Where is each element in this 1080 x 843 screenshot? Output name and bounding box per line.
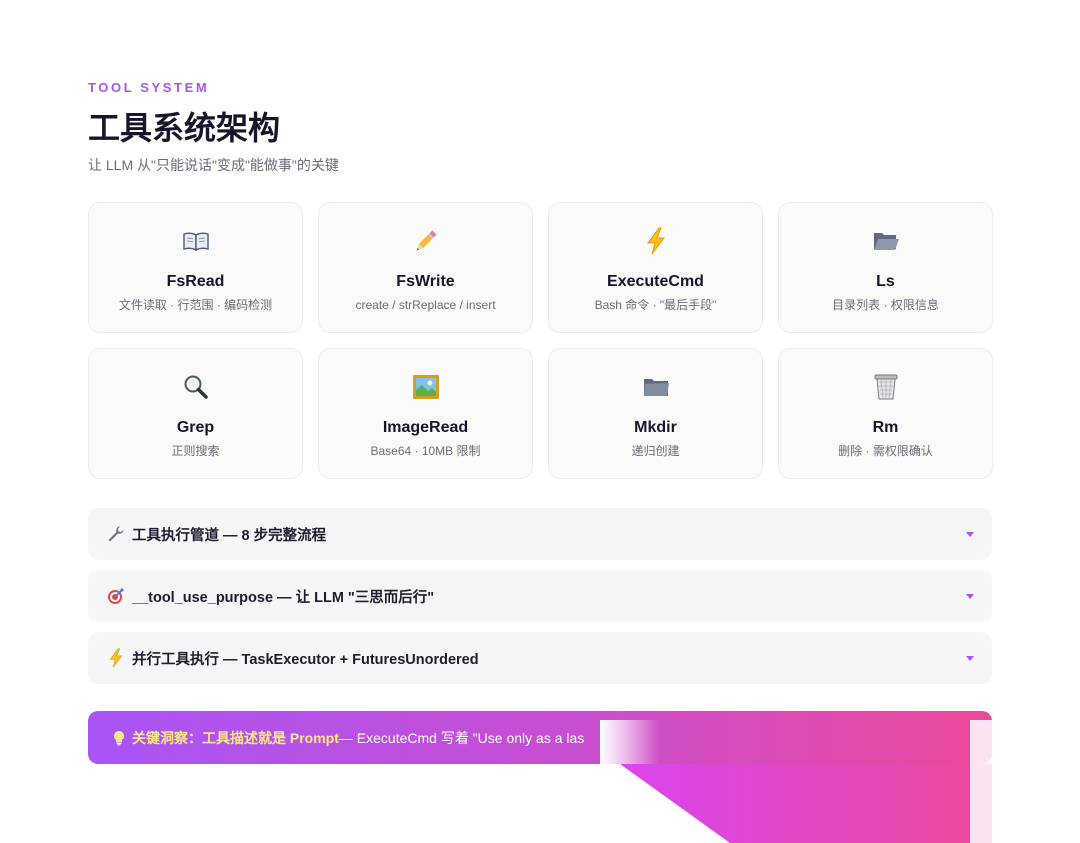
tool-name: FsWrite bbox=[396, 273, 455, 290]
magnifier-icon bbox=[182, 373, 210, 401]
folder-icon bbox=[642, 373, 670, 401]
wastebasket-icon bbox=[872, 373, 900, 401]
accordion-label: __tool_use_purpose — 让 LLM "三思而后行" bbox=[132, 589, 435, 606]
chevron-down-icon[interactable] bbox=[966, 593, 974, 599]
wrench-icon bbox=[106, 524, 126, 544]
tool-desc: 递归创建 bbox=[631, 444, 680, 458]
pencil-icon bbox=[412, 227, 440, 255]
tool-card-fsread[interactable]: FsRead 文件读取 · 行范围 · 编码检测 bbox=[88, 202, 303, 333]
tool-desc: 删除 · 需权限确认 bbox=[838, 444, 933, 458]
accordion-tool-pipeline[interactable]: 工具执行管道 — 8 步完整流程 bbox=[88, 508, 992, 560]
open-folder-icon bbox=[872, 227, 900, 255]
tool-card-ls[interactable]: Ls 目录列表 · 权限信息 bbox=[778, 202, 993, 333]
tool-card-rm[interactable]: Rm 删除 · 需权限确认 bbox=[778, 348, 993, 479]
tool-name: ImageRead bbox=[382, 419, 469, 436]
tool-name: Rm bbox=[872, 419, 899, 436]
accordion-parallel-execution[interactable]: 并行工具执行 — TaskExecutor + FuturesUnordered bbox=[88, 632, 992, 684]
main-content: TOOL SYSTEM 工具系统架构 让 LLM 从"只能说话"变成"能做事"的… bbox=[88, 0, 993, 694]
chevron-down-icon[interactable] bbox=[966, 655, 974, 661]
tool-card-executecmd[interactable]: ExecuteCmd Bash 命令 · "最后手段" bbox=[548, 202, 763, 333]
insight-text: — ExecuteCmd 写着 "Use only as a las bbox=[338, 729, 585, 746]
tool-name: Ls bbox=[876, 273, 895, 290]
insight-highlight: 关键洞察：工具描述就是 Prompt bbox=[132, 729, 339, 746]
tool-name: FsRead bbox=[166, 273, 225, 290]
tool-card-imageread[interactable]: ImageRead Base64 · 10MB 限制 bbox=[318, 348, 533, 479]
key-insight-banner: 关键洞察：工具描述就是 Prompt — ExecuteCmd 写着 "Use … bbox=[88, 711, 992, 764]
tool-card-fswrite[interactable]: FsWrite create / strReplace / insert bbox=[318, 202, 533, 333]
page: TOOL SYSTEM 工具系统架构 让 LLM 从"只能说话"变成"能做事"的… bbox=[0, 0, 1080, 843]
accordion-label: 工具执行管道 — 8 步完整流程 bbox=[132, 527, 327, 544]
framed-picture-icon bbox=[412, 373, 440, 401]
tool-name: Mkdir bbox=[634, 419, 677, 436]
book-icon bbox=[182, 227, 210, 255]
tool-desc: Base64 · 10MB 限制 bbox=[370, 444, 481, 458]
page-title: 工具系统架构 bbox=[88, 110, 281, 146]
lightbulb-icon bbox=[112, 730, 126, 746]
tool-desc: 正则搜索 bbox=[171, 444, 220, 458]
target-icon bbox=[106, 586, 126, 606]
lightning-icon bbox=[106, 648, 126, 668]
accordion-list: 工具执行管道 — 8 步完整流程 __tool_use_purpose — 让 … bbox=[88, 508, 992, 684]
tool-desc: 目录列表 · 权限信息 bbox=[832, 298, 939, 312]
accordion-tool-use-purpose[interactable]: __tool_use_purpose — 让 LLM "三思而后行" bbox=[88, 570, 992, 622]
tool-name: Grep bbox=[176, 419, 215, 436]
tool-card-grep[interactable]: Grep 正则搜索 bbox=[88, 348, 303, 479]
lightning-icon bbox=[642, 227, 670, 255]
page-subtitle: 让 LLM 从"只能说话"变成"能做事"的关键 bbox=[88, 157, 339, 173]
tool-desc: 文件读取 · 行范围 · 编码检测 bbox=[118, 298, 273, 312]
tool-desc: create / strReplace / insert bbox=[355, 298, 496, 312]
tool-desc: Bash 命令 · "最后手段" bbox=[594, 298, 717, 312]
accordion-label: 并行工具执行 — TaskExecutor + FuturesUnordered bbox=[132, 651, 479, 668]
tool-card-mkdir[interactable]: Mkdir 递归创建 bbox=[548, 348, 763, 479]
chevron-down-icon[interactable] bbox=[966, 531, 974, 537]
tool-name: ExecuteCmd bbox=[607, 273, 704, 290]
tool-grid: FsRead 文件读取 · 行范围 · 编码检测 FsWrite create … bbox=[88, 202, 993, 479]
section-eyebrow: TOOL SYSTEM bbox=[88, 80, 210, 95]
